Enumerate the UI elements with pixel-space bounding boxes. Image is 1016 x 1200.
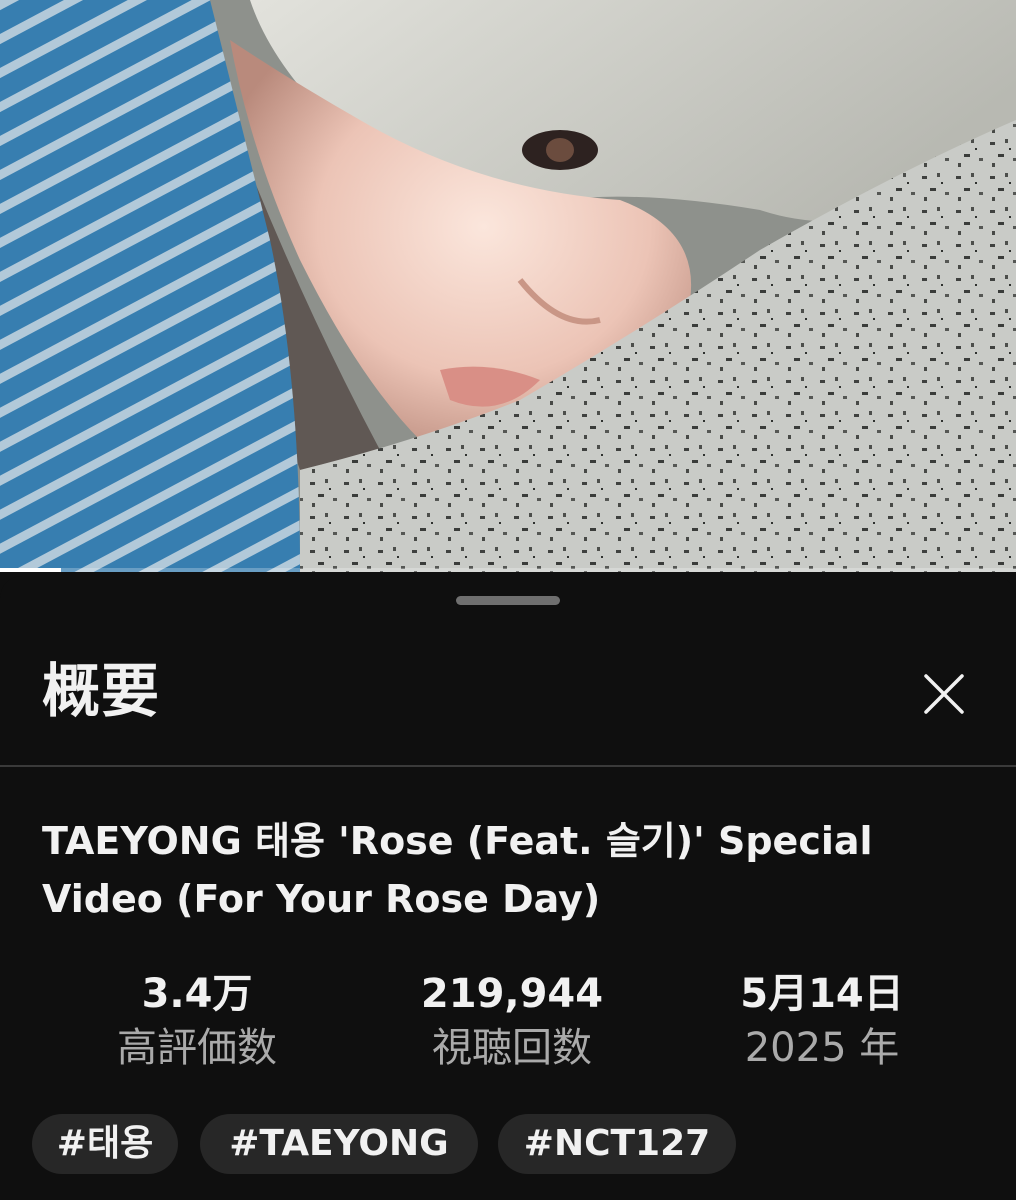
likes-label: 高評価数 — [117, 1025, 277, 1071]
upload-date: 5月14日 — [740, 971, 904, 1017]
description-panel: 概要 TAEYONG 태용 'Rose (Feat. 슬기)' Special … — [0, 576, 1016, 1200]
hashtag-chip[interactable]: #태용 — [32, 1114, 178, 1174]
video-title: TAEYONG 태용 'Rose (Feat. 슬기)' Special Vid… — [42, 819, 873, 921]
hashtag-chip[interactable]: #TAEYONG — [200, 1114, 478, 1174]
close-icon — [924, 674, 964, 714]
video-progress-fill — [0, 568, 61, 572]
video-thumbnail-image — [0, 0, 1016, 572]
views-stat: 219,944 視聴回数 — [362, 968, 662, 1076]
date-stat: 5月14日 2025 年 — [672, 968, 972, 1076]
drag-handle[interactable] — [456, 596, 560, 605]
panel-title: 概要 — [42, 657, 161, 725]
views-label: 視聴回数 — [432, 1025, 592, 1071]
likes-count: 3.4万 — [141, 971, 253, 1017]
hashtag-chip[interactable]: #NCT127 — [498, 1114, 736, 1174]
upload-year: 2025 年 — [744, 1025, 900, 1071]
video-player[interactable] — [0, 0, 1016, 572]
views-count: 219,944 — [420, 971, 604, 1017]
divider — [0, 765, 1016, 767]
video-progress-bar[interactable] — [0, 568, 1016, 572]
close-button[interactable] — [914, 664, 974, 724]
likes-stat: 3.4万 高評価数 — [47, 968, 347, 1076]
